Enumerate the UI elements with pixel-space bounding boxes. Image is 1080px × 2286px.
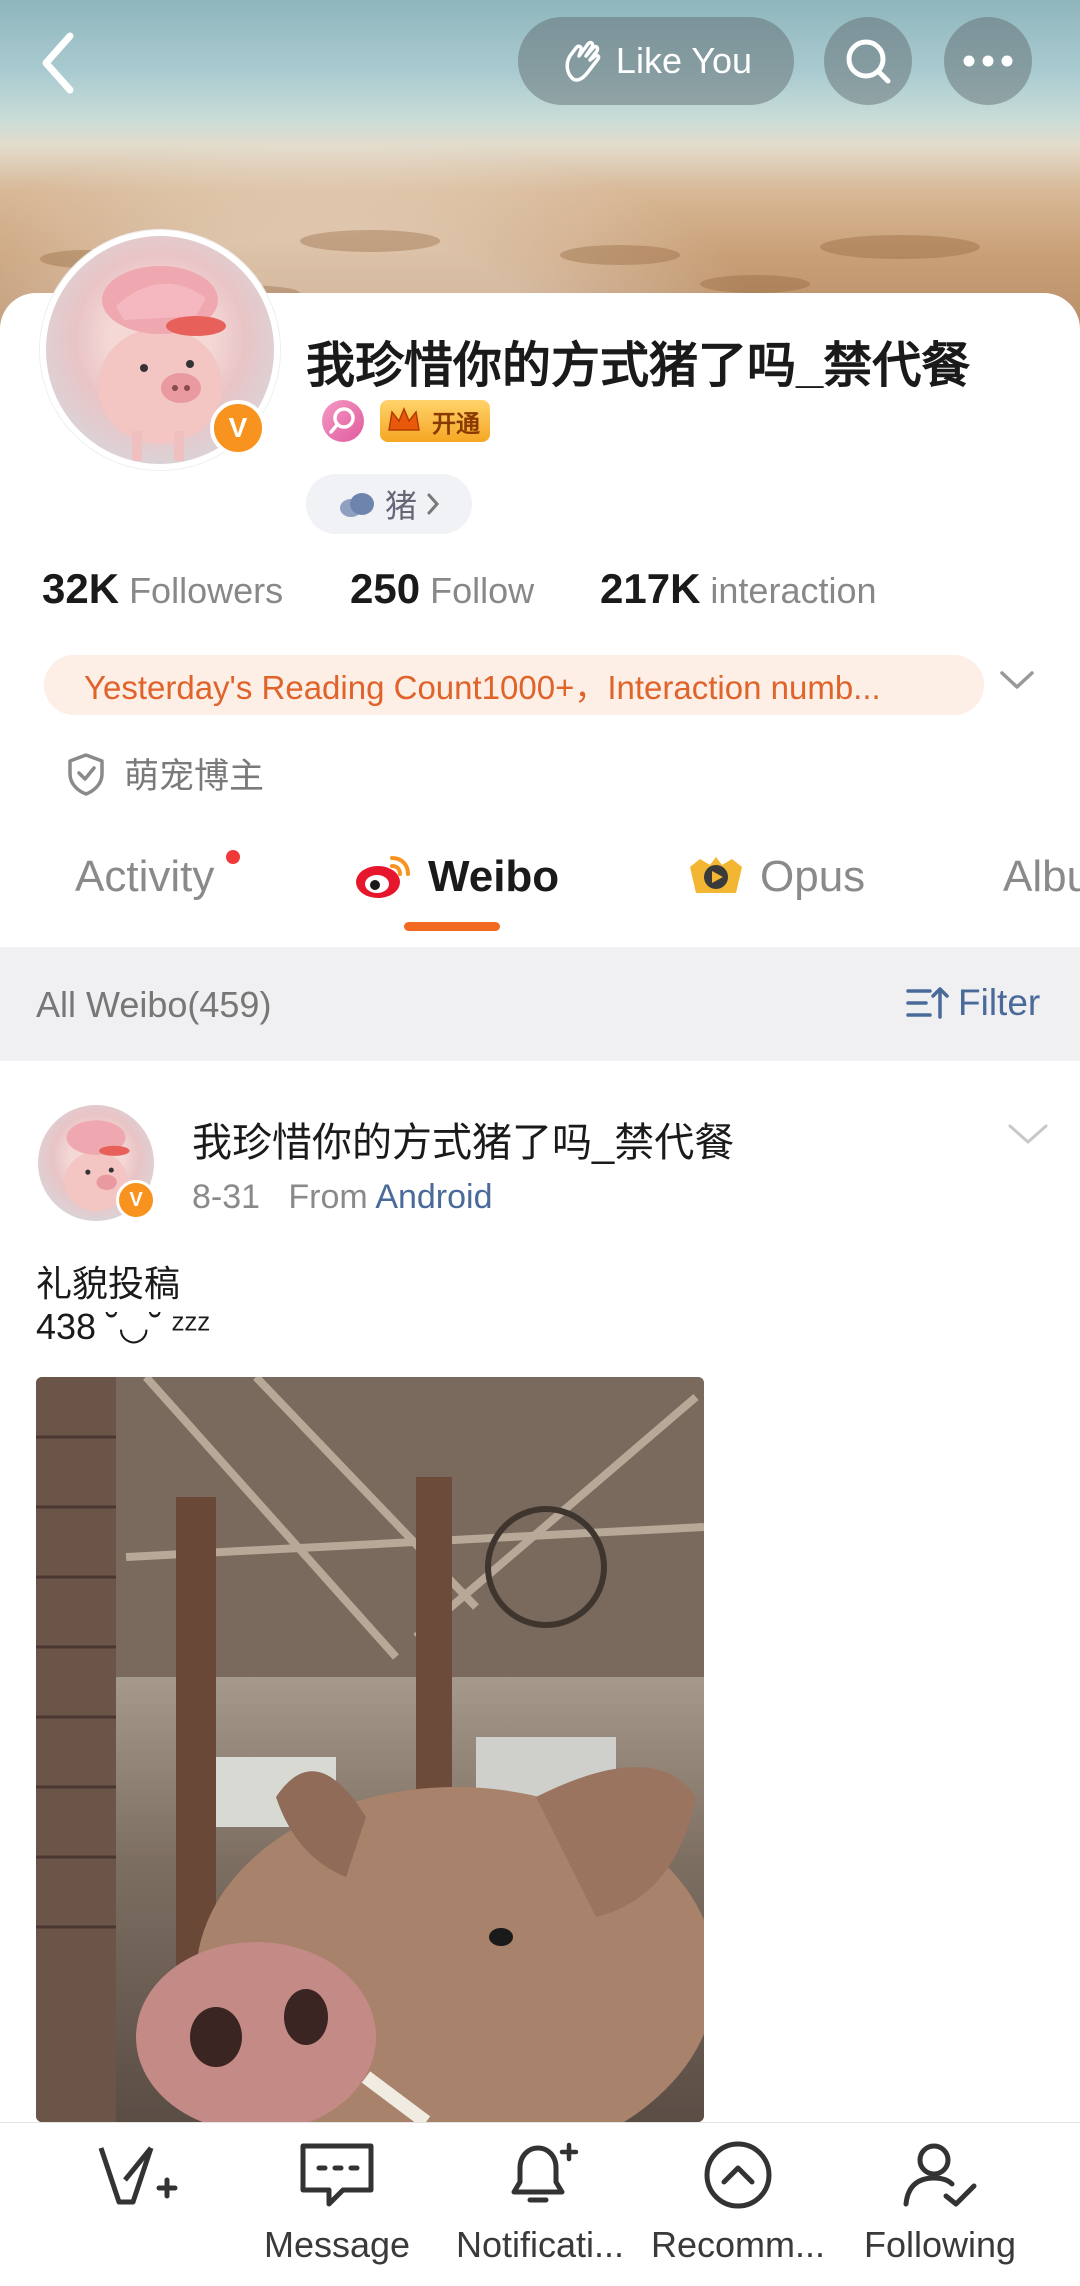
chevron-down-icon	[1000, 671, 1034, 689]
nav-message[interactable]: Message	[237, 2140, 437, 2266]
vip-open-button[interactable]: 开通	[380, 400, 490, 442]
filter-button[interactable]: Filter	[904, 982, 1040, 1024]
nav-following-label: Following	[863, 2224, 1017, 2265]
follow-stat[interactable]: 250 Follow	[350, 565, 534, 613]
tab-album[interactable]: Albu	[1003, 852, 1080, 902]
interaction-stat[interactable]: 217K interaction	[600, 565, 877, 613]
message-icon	[300, 2143, 374, 2207]
search-button[interactable]	[824, 17, 912, 105]
nav-following[interactable]: Following	[840, 2140, 1040, 2266]
person-check-icon	[903, 2143, 977, 2207]
back-button[interactable]	[30, 28, 90, 98]
post-text-secondary: 438 ˘◡˘ ᶻᶻᶻ	[36, 1306, 211, 1347]
opus-play-icon	[690, 857, 742, 893]
nav-recommend[interactable]: Recomm...	[638, 2140, 838, 2266]
tab-opus[interactable]: Opus	[686, 852, 865, 902]
expand-profile-button[interactable]	[998, 668, 1036, 697]
nav-notifications-label: Notificati...	[455, 2224, 625, 2265]
like-you-label: Like You	[615, 40, 753, 81]
verified-badge: V	[210, 400, 266, 456]
chevron-up-circle-icon	[704, 2141, 772, 2209]
nav-notifications[interactable]: Notificati...	[440, 2140, 640, 2266]
profile-name: 我珍惜你的方式猪了吗_禁代餐	[306, 339, 971, 393]
followers-stat[interactable]: 32K Followers	[42, 565, 283, 613]
post-image[interactable]	[36, 1377, 704, 2122]
post-meta: 8-31 From Android	[192, 1178, 493, 1217]
filter-sort-icon	[906, 987, 949, 1019]
notification-dot	[226, 850, 240, 864]
chevron-left-icon	[42, 32, 74, 94]
hand-wave-icon	[565, 40, 601, 82]
compose-icon	[98, 2146, 178, 2205]
more-dots-icon	[963, 55, 1013, 67]
bell-icon	[511, 2142, 579, 2203]
tab-weibo[interactable]: Weibo	[352, 852, 559, 902]
weibo-logo-icon	[356, 856, 410, 898]
post-verified-badge: V	[116, 1180, 156, 1220]
cloud-icon	[339, 493, 374, 517]
blogger-category: 萌宠博主	[66, 748, 264, 799]
pig-barn-photo	[36, 1377, 704, 2122]
chevron-down-icon	[1008, 1124, 1048, 1144]
post-from-label: From	[288, 1178, 368, 1216]
post-author-name[interactable]: 我珍惜你的方式猪了吗_禁代餐	[192, 1110, 734, 1168]
post-text: 礼貌投稿	[36, 1263, 181, 1304]
shield-check-icon	[68, 752, 104, 796]
post-options-button[interactable]	[1006, 1120, 1050, 1153]
nav-recommend-label: Recomm...	[650, 2224, 826, 2265]
more-options-button[interactable]	[944, 17, 1032, 105]
search-icon	[846, 39, 891, 84]
magnifier-heart-icon	[329, 407, 355, 434]
crown-icon	[388, 407, 420, 431]
reading-count-banner[interactable]: Yesterday's Reading Count1000+，Interacti…	[44, 655, 984, 715]
tag-chip[interactable]: 猪	[306, 474, 472, 534]
like-you-button[interactable]: Like You	[518, 17, 794, 105]
tab-activity[interactable]: Activity	[75, 852, 214, 902]
post-date: 8-31	[192, 1178, 261, 1216]
post-source-link[interactable]: Android	[375, 1178, 492, 1216]
fan-club-icon[interactable]	[322, 400, 364, 442]
all-weibo-count: All Weibo(459)	[36, 984, 272, 1025]
nav-message-label: Message	[263, 2224, 411, 2265]
active-tab-indicator	[404, 922, 500, 931]
nav-compose[interactable]	[37, 2140, 237, 2224]
chevron-right-icon	[427, 493, 440, 515]
